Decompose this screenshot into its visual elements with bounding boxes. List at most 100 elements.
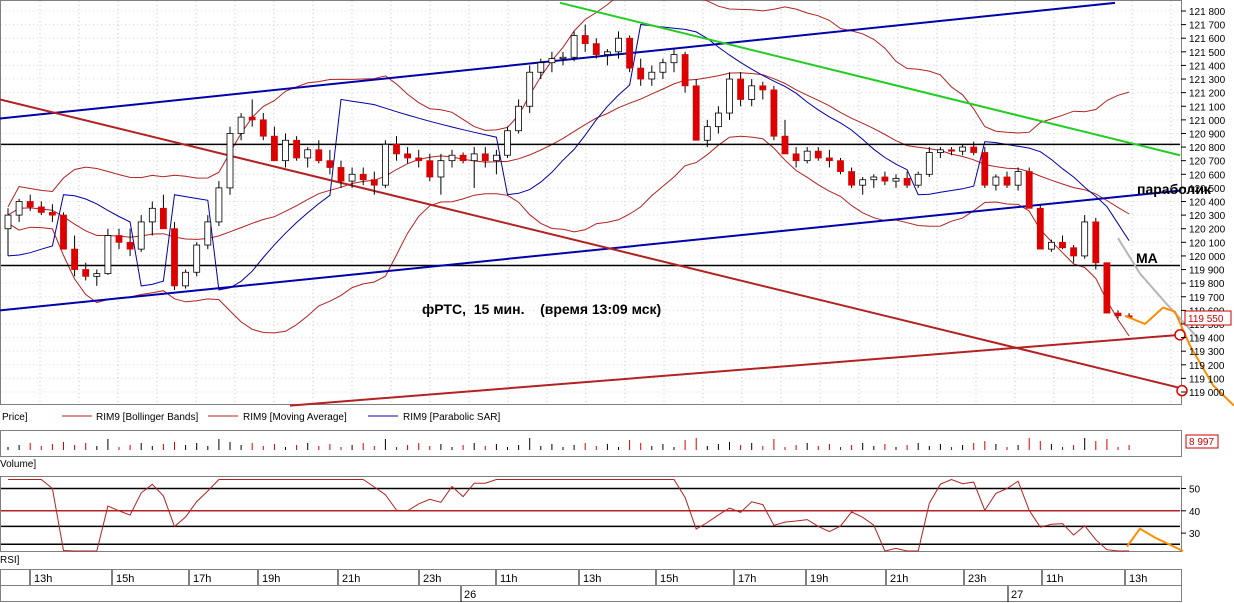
candle-bear (970, 146, 978, 153)
candle-bull (870, 176, 878, 181)
chart-annotation: фРТС, 15 мин. (время 13:09 мск) (422, 301, 661, 317)
hour-label: 21h (890, 573, 908, 585)
price-tick-label: 121 400 (1189, 61, 1226, 72)
candle-bull (803, 150, 811, 162)
candle-bull (548, 58, 556, 64)
candle-bull (959, 146, 966, 152)
candle-bull (104, 235, 112, 275)
hour-label: 11h (500, 573, 518, 585)
candle-bull (282, 139, 289, 162)
candle-bull (670, 54, 678, 64)
hour-label: 15h (660, 573, 678, 585)
hour-label: 17h (193, 573, 211, 585)
candle-bear (1025, 171, 1033, 209)
candle-bull (1081, 221, 1089, 257)
candle-bear (1092, 221, 1100, 264)
candle-bull (859, 179, 867, 186)
candle-bull (381, 143, 389, 186)
hour-label: 15h (116, 573, 134, 585)
hour-label: 21h (342, 573, 360, 585)
candle-bull (226, 133, 234, 189)
moving-average (7, 72, 1130, 240)
price-tick-label: 121 000 (1189, 116, 1226, 127)
rsi-tick-label: 40 (1189, 507, 1201, 518)
hour-label: 13h (34, 573, 52, 585)
hour-label: 19h (810, 573, 828, 585)
candle-bear (459, 154, 467, 162)
candle-bull (892, 177, 900, 182)
candle-bear (49, 211, 56, 216)
candle-bear (1003, 176, 1011, 186)
candle-bull (304, 149, 312, 159)
price-tick-label: 119 400 (1189, 334, 1225, 345)
price-tick-label: 120 700 (1189, 157, 1226, 168)
candle-bull (659, 62, 667, 73)
parabolic-label: параболик (1137, 181, 1212, 197)
candle-bear (792, 153, 800, 162)
candle-bear (60, 214, 67, 250)
candle-bull (537, 62, 545, 73)
bollinger-upper (7, 0, 1130, 208)
candle-bear (359, 173, 367, 181)
price-tick-label: 120 200 (1189, 225, 1226, 236)
candle-bear (848, 171, 855, 186)
rsi-panel: 50 40 30 (1, 478, 1201, 552)
candle-bear (115, 235, 123, 243)
price-tick-label: 120 900 (1189, 129, 1226, 140)
candle-bear (737, 78, 744, 100)
candle-bull (925, 152, 933, 175)
candle-bull (526, 71, 534, 107)
candle-bull (570, 35, 578, 58)
candle-bear (903, 177, 911, 186)
candle-bear (126, 241, 134, 250)
candle-bear (270, 135, 278, 162)
candle-bull (914, 173, 922, 186)
candle-bull (992, 176, 1000, 186)
candle-bear (293, 139, 301, 159)
candle-bull (726, 78, 733, 114)
candle-bull (215, 187, 223, 223)
rsi-tick-label: 30 (1189, 529, 1201, 540)
candle-bear (326, 160, 334, 168)
candle-bear (82, 269, 90, 277)
candle-bear (71, 248, 78, 270)
moving-average-line (7, 72, 1130, 240)
candle-bear (259, 119, 267, 137)
target-circle (1176, 384, 1188, 397)
chart: 121 800 121 700 121 600 121 500 121 400 121 3… (0, 0, 1234, 602)
candle-bear (1114, 312, 1122, 317)
price-tick-label: 119 700 (1189, 293, 1225, 304)
price-gridlines (1, 1, 1180, 404)
price-tick-label: 121 600 (1189, 34, 1226, 45)
day-label: 26 (464, 589, 476, 601)
price-tick-label: 121 300 (1189, 75, 1226, 86)
volume-bars (7, 438, 1130, 450)
candle-bull (470, 153, 478, 162)
candle-bull (137, 221, 145, 250)
hour-label: 17h (738, 573, 756, 585)
candle-bear (26, 201, 34, 208)
legend-price: Price] (2, 412, 28, 423)
price-tick-label: 121 800 (1189, 7, 1226, 18)
hour-label: 23h (423, 573, 441, 585)
price-tick-label: 119 200 (1189, 361, 1225, 372)
legend-bollinger: RIM9 [Bollinger Bands] (96, 412, 198, 423)
candle-bear (581, 35, 589, 45)
candle-bull (648, 71, 656, 80)
price-tick-label: 119 100 (1189, 374, 1225, 385)
price-tick-label: 121 100 (1189, 102, 1226, 113)
price-tick-label: 121 500 (1189, 48, 1226, 59)
ma-label: MA (1136, 250, 1158, 266)
candle-bear (770, 89, 778, 137)
volume-panel-frame (0, 430, 1182, 457)
candle-bear (37, 206, 45, 213)
price-tick-label: 119 900 (1189, 266, 1225, 277)
candle-bear (981, 152, 989, 186)
candle-bull (937, 149, 944, 153)
candle-bull (703, 126, 711, 141)
price-tick-label: 120 800 (1189, 143, 1226, 154)
candle-bear (826, 157, 833, 162)
candle-bull (715, 112, 722, 128)
candle-bear (681, 54, 689, 87)
candle-bear (248, 116, 256, 121)
